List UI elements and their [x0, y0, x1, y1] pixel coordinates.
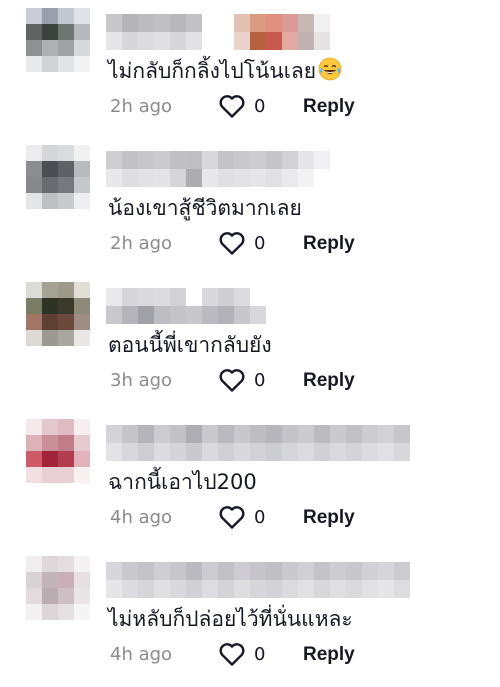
- like-count: 0: [254, 644, 266, 665]
- avatar[interactable]: [26, 419, 90, 483]
- comment-item: น้องเขาสู้ชีวิตมากเลย 2h ago 0 Reply: [0, 137, 500, 274]
- timestamp: 2h ago: [110, 96, 173, 117]
- like-count: 0: [254, 507, 266, 528]
- comment-item: ไม่หลับก็ปล่อยไว้ที่นั่นแหละ 4h ago 0 Reply: [0, 548, 500, 685]
- comment-actions: 4h ago 0 Reply: [110, 503, 490, 533]
- avatar[interactable]: [26, 556, 90, 620]
- comment-item: ตอนนี้พี่เขากลับยัง 3h ago 0 Reply: [0, 274, 500, 411]
- reply-button[interactable]: Reply: [303, 642, 355, 668]
- timestamp: 2h ago: [110, 233, 173, 254]
- reply-button[interactable]: Reply: [303, 94, 355, 120]
- reply-button[interactable]: Reply: [303, 368, 355, 394]
- comment-text-label: ไม่หลับก็ปล่อยไว้ที่นั่นแหละ: [108, 607, 353, 631]
- username-blurred[interactable]: [106, 562, 410, 598]
- comment-text-label: ตอนนี้พี่เขากลับยัง: [108, 333, 272, 357]
- username-blurred[interactable]: [106, 288, 266, 324]
- like-count: 0: [254, 233, 266, 254]
- comment-text: น้องเขาสู้ชีวิตมากเลย: [108, 193, 302, 223]
- avatar[interactable]: [26, 8, 90, 72]
- comment-text: ฉากนี้เอาไป200: [108, 467, 257, 497]
- comment-text-label: ฉากนี้เอาไป200: [108, 470, 257, 494]
- username-blurred[interactable]: [106, 425, 410, 461]
- comment-text: ตอนนี้พี่เขากลับยัง: [108, 330, 272, 360]
- reply-button[interactable]: Reply: [303, 505, 355, 531]
- avatar[interactable]: [26, 145, 90, 209]
- heart-icon[interactable]: [218, 93, 246, 119]
- username-blurred[interactable]: [106, 14, 330, 50]
- username-blurred[interactable]: [106, 151, 346, 187]
- tears-of-joy-emoji: [318, 57, 342, 81]
- comment-actions: 3h ago 0 Reply: [110, 366, 490, 396]
- comment-item: ฉากนี้เอาไป200 4h ago 0 Reply: [0, 411, 500, 548]
- comment-actions: 2h ago 0 Reply: [110, 92, 490, 122]
- heart-icon[interactable]: [218, 230, 246, 256]
- like-count: 0: [254, 96, 266, 117]
- heart-icon[interactable]: [218, 641, 246, 667]
- comment-text: ไม่กลับก็กลิ้งไปโน้นเลย: [108, 56, 342, 86]
- comment-actions: 2h ago 0 Reply: [110, 229, 490, 259]
- avatar[interactable]: [26, 282, 90, 346]
- timestamp: 4h ago: [110, 507, 173, 528]
- reply-button[interactable]: Reply: [303, 231, 355, 257]
- heart-icon[interactable]: [218, 504, 246, 530]
- comment-actions: 4h ago 0 Reply: [110, 640, 490, 670]
- comment-text-label: ไม่กลับก็กลิ้งไปโน้นเลย: [108, 59, 317, 83]
- comment-text-label: น้องเขาสู้ชีวิตมากเลย: [108, 196, 302, 220]
- like-count: 0: [254, 370, 266, 391]
- timestamp: 4h ago: [110, 644, 173, 665]
- comment-text: ไม่หลับก็ปล่อยไว้ที่นั่นแหละ: [108, 604, 353, 634]
- comment-item: ไม่กลับก็กลิ้งไปโน้นเลย 2h ago 0 Reply: [0, 0, 500, 137]
- heart-icon[interactable]: [218, 367, 246, 393]
- timestamp: 3h ago: [110, 370, 173, 391]
